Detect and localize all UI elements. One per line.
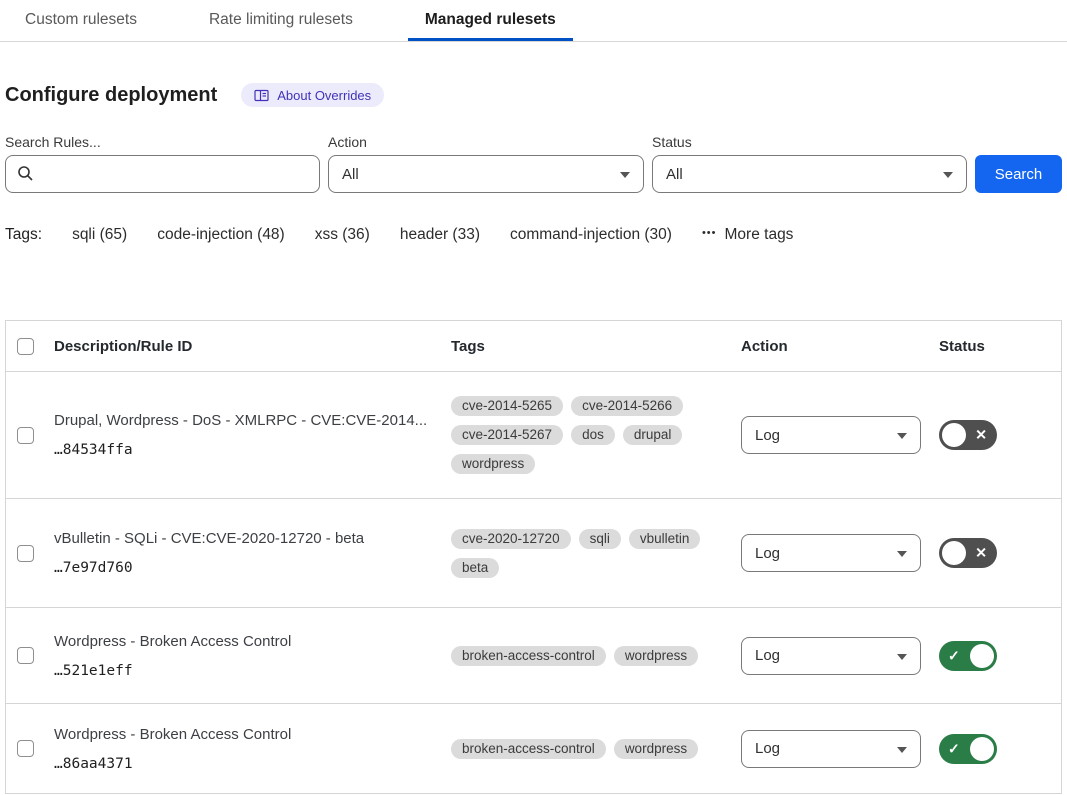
tag-filter-link[interactable]: header (33) <box>400 226 480 244</box>
x-icon: ✕ <box>975 427 987 444</box>
rule-status-toggle[interactable]: ✓ ✕ <box>939 641 997 671</box>
toggle-knob <box>942 423 966 447</box>
book-icon <box>254 89 269 102</box>
tab-rate-limiting-rulesets[interactable]: Rate limiting rulesets <box>192 0 370 41</box>
search-rules-label: Search Rules... <box>5 134 320 150</box>
about-overrides-link[interactable]: About Overrides <box>241 83 384 107</box>
rule-action-value: Log <box>755 427 780 444</box>
column-header-tags: Tags <box>451 338 741 355</box>
toggle-knob <box>970 644 994 668</box>
rule-status-toggle[interactable]: ✓ ✕ <box>939 734 997 764</box>
rule-tags: cve-2014-5265 cve-2014-5266 cve-2014-5267 d… <box>451 396 727 474</box>
table-row: Drupal, Wordpress - DoS - XMLRPC - CVE:C… <box>6 372 1061 499</box>
search-icon <box>17 165 34 186</box>
rule-status-toggle[interactable]: ✓ ✕ <box>939 420 997 450</box>
about-overrides-label: About Overrides <box>277 88 371 103</box>
row-checkbox[interactable] <box>17 740 34 757</box>
tag-filter-link[interactable]: command-injection (30) <box>510 226 672 244</box>
row-checkbox[interactable] <box>17 427 34 444</box>
rule-action-select[interactable]: Log <box>741 730 921 768</box>
rule-tag-pill: sqli <box>579 529 621 549</box>
rule-action-value: Log <box>755 740 780 757</box>
column-header-action: Action <box>741 338 939 355</box>
table-row: Wordpress - Broken Access Control …86aa4… <box>6 704 1061 794</box>
rule-id: …521e1eff <box>54 663 431 679</box>
table-header-row: Description/Rule ID Tags Action Status <box>6 321 1061 372</box>
toggle-knob <box>942 541 966 565</box>
rule-action-value: Log <box>755 647 780 664</box>
action-filter-select[interactable]: All <box>328 155 644 193</box>
status-filter-select[interactable]: All <box>652 155 967 193</box>
tab-custom-rulesets[interactable]: Custom rulesets <box>8 0 154 41</box>
status-filter-value: All <box>666 166 683 183</box>
tab-managed-rulesets[interactable]: Managed rulesets <box>408 0 573 41</box>
x-icon: ✕ <box>975 545 987 562</box>
check-icon: ✓ <box>948 740 960 757</box>
check-icon: ✓ <box>948 647 960 664</box>
rule-tag-pill: wordpress <box>614 739 698 759</box>
rule-tag-pill: wordpress <box>614 646 698 666</box>
rule-tags: broken-access-control wordpress <box>451 646 727 666</box>
rule-tag-pill: cve-2020-12720 <box>451 529 571 549</box>
rule-action-select[interactable]: Log <box>741 416 921 454</box>
ellipsis-icon: ••• <box>702 227 717 239</box>
rule-tag-pill: cve-2014-5266 <box>571 396 683 416</box>
column-header-status: Status <box>939 338 1061 355</box>
rule-tag-pill: drupal <box>623 425 683 445</box>
rule-tag-pill: broken-access-control <box>451 646 606 666</box>
rule-id: …84534ffa <box>54 442 431 458</box>
search-rules-input[interactable] <box>5 155 320 193</box>
select-all-checkbox[interactable] <box>17 338 34 355</box>
more-tags-label: More tags <box>725 226 794 244</box>
rule-tag-pill: cve-2014-5265 <box>451 396 563 416</box>
chevron-down-icon <box>943 172 953 178</box>
tags-label: Tags: <box>5 226 42 244</box>
row-checkbox[interactable] <box>17 647 34 664</box>
rule-title: Wordpress - Broken Access Control <box>54 633 431 650</box>
chevron-down-icon <box>897 654 907 660</box>
chevron-down-icon <box>897 551 907 557</box>
managed-rules-table: Description/Rule ID Tags Action Status D… <box>5 320 1062 794</box>
column-header-description: Description/Rule ID <box>54 338 451 355</box>
status-filter-label: Status <box>652 134 967 150</box>
rule-action-value: Log <box>755 545 780 562</box>
table-row: Wordpress - Broken Access Control …521e1… <box>6 608 1061 704</box>
page-title: Configure deployment <box>5 84 217 107</box>
row-checkbox[interactable] <box>17 545 34 562</box>
rule-tag-pill: broken-access-control <box>451 739 606 759</box>
rule-tag-pill: vbulletin <box>629 529 701 549</box>
search-button[interactable]: Search <box>975 155 1062 193</box>
rule-tag-pill: wordpress <box>451 454 535 474</box>
rule-title: Wordpress - Broken Access Control <box>54 726 431 743</box>
rule-status-toggle[interactable]: ✓ ✕ <box>939 538 997 568</box>
rule-id: …86aa4371 <box>54 756 431 772</box>
chevron-down-icon <box>620 172 630 178</box>
rule-id: …7e97d760 <box>54 560 431 576</box>
ruleset-tabbar: Custom rulesets Rate limiting rulesets M… <box>0 0 1067 42</box>
chevron-down-icon <box>897 433 907 439</box>
rule-tags: cve-2020-12720 sqli vbulletin beta <box>451 529 727 578</box>
more-tags-link[interactable]: ••• More tags <box>702 226 793 244</box>
rule-tag-pill: dos <box>571 425 615 445</box>
rule-tag-pill: cve-2014-5267 <box>451 425 563 445</box>
rule-title: vBulletin - SQLi - CVE:CVE-2020-12720 - … <box>54 530 431 547</box>
rule-title: Drupal, Wordpress - DoS - XMLRPC - CVE:C… <box>54 412 431 429</box>
tag-filter-link[interactable]: xss (36) <box>315 226 370 244</box>
toggle-knob <box>970 737 994 761</box>
chevron-down-icon <box>897 747 907 753</box>
tag-filter-link[interactable]: sqli (65) <box>72 226 127 244</box>
rule-tags: broken-access-control wordpress <box>451 739 727 759</box>
action-filter-value: All <box>342 166 359 183</box>
rule-action-select[interactable]: Log <box>741 637 921 675</box>
action-filter-label: Action <box>328 134 644 150</box>
tag-filter-links: sqli (65) code-injection (48) xss (36) head… <box>72 226 672 244</box>
tag-filter-link[interactable]: code-injection (48) <box>157 226 285 244</box>
table-row: vBulletin - SQLi - CVE:CVE-2020-12720 - … <box>6 499 1061 608</box>
rule-tag-pill: beta <box>451 558 499 578</box>
rule-action-select[interactable]: Log <box>741 534 921 572</box>
